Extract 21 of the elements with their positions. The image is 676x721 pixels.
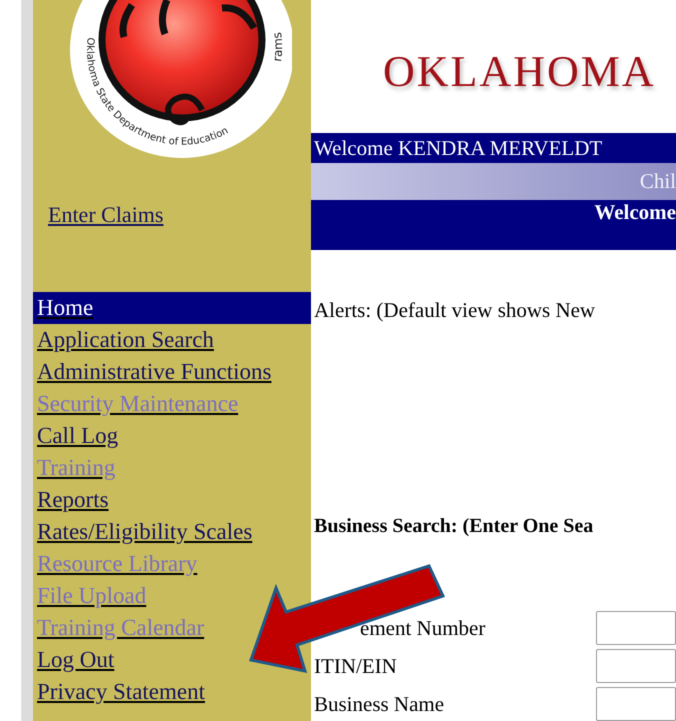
menu-item[interactable]: Call Log: [33, 420, 118, 452]
input-field[interactable]: [596, 649, 676, 683]
site-title: OKLAHOMA: [383, 46, 656, 97]
enter-claims-link[interactable]: Enter Claims: [48, 202, 164, 227]
menu-item[interactable]: Privacy Statement: [33, 676, 205, 708]
input-field[interactable]: [596, 611, 676, 645]
menu-item[interactable]: Log Out: [33, 644, 114, 676]
field-label: Business Name: [313, 692, 446, 716]
welcome-user-bar: Welcome KENDRA MERVELDT: [311, 133, 676, 163]
alerts-text: Alerts: (Default view shows New: [314, 298, 596, 323]
menu-item[interactable]: Administrative Functions: [33, 356, 272, 388]
menu-item[interactable]: Application Search: [33, 324, 214, 356]
input-field[interactable]: [596, 687, 676, 721]
field-label: ement Number: [359, 616, 486, 640]
menu-item[interactable]: Rates/Eligibility Scales: [33, 516, 252, 548]
field-label: ITIN/EIN: [313, 654, 398, 678]
subtitle-bar: Chil: [311, 163, 676, 200]
business-search-heading: Business Search: (Enter One Sea: [314, 515, 594, 538]
menu-item[interactable]: Reports: [33, 484, 109, 516]
welcome-bar: Welcome: [311, 200, 676, 250]
menu-item[interactable]: Home: [33, 292, 311, 324]
